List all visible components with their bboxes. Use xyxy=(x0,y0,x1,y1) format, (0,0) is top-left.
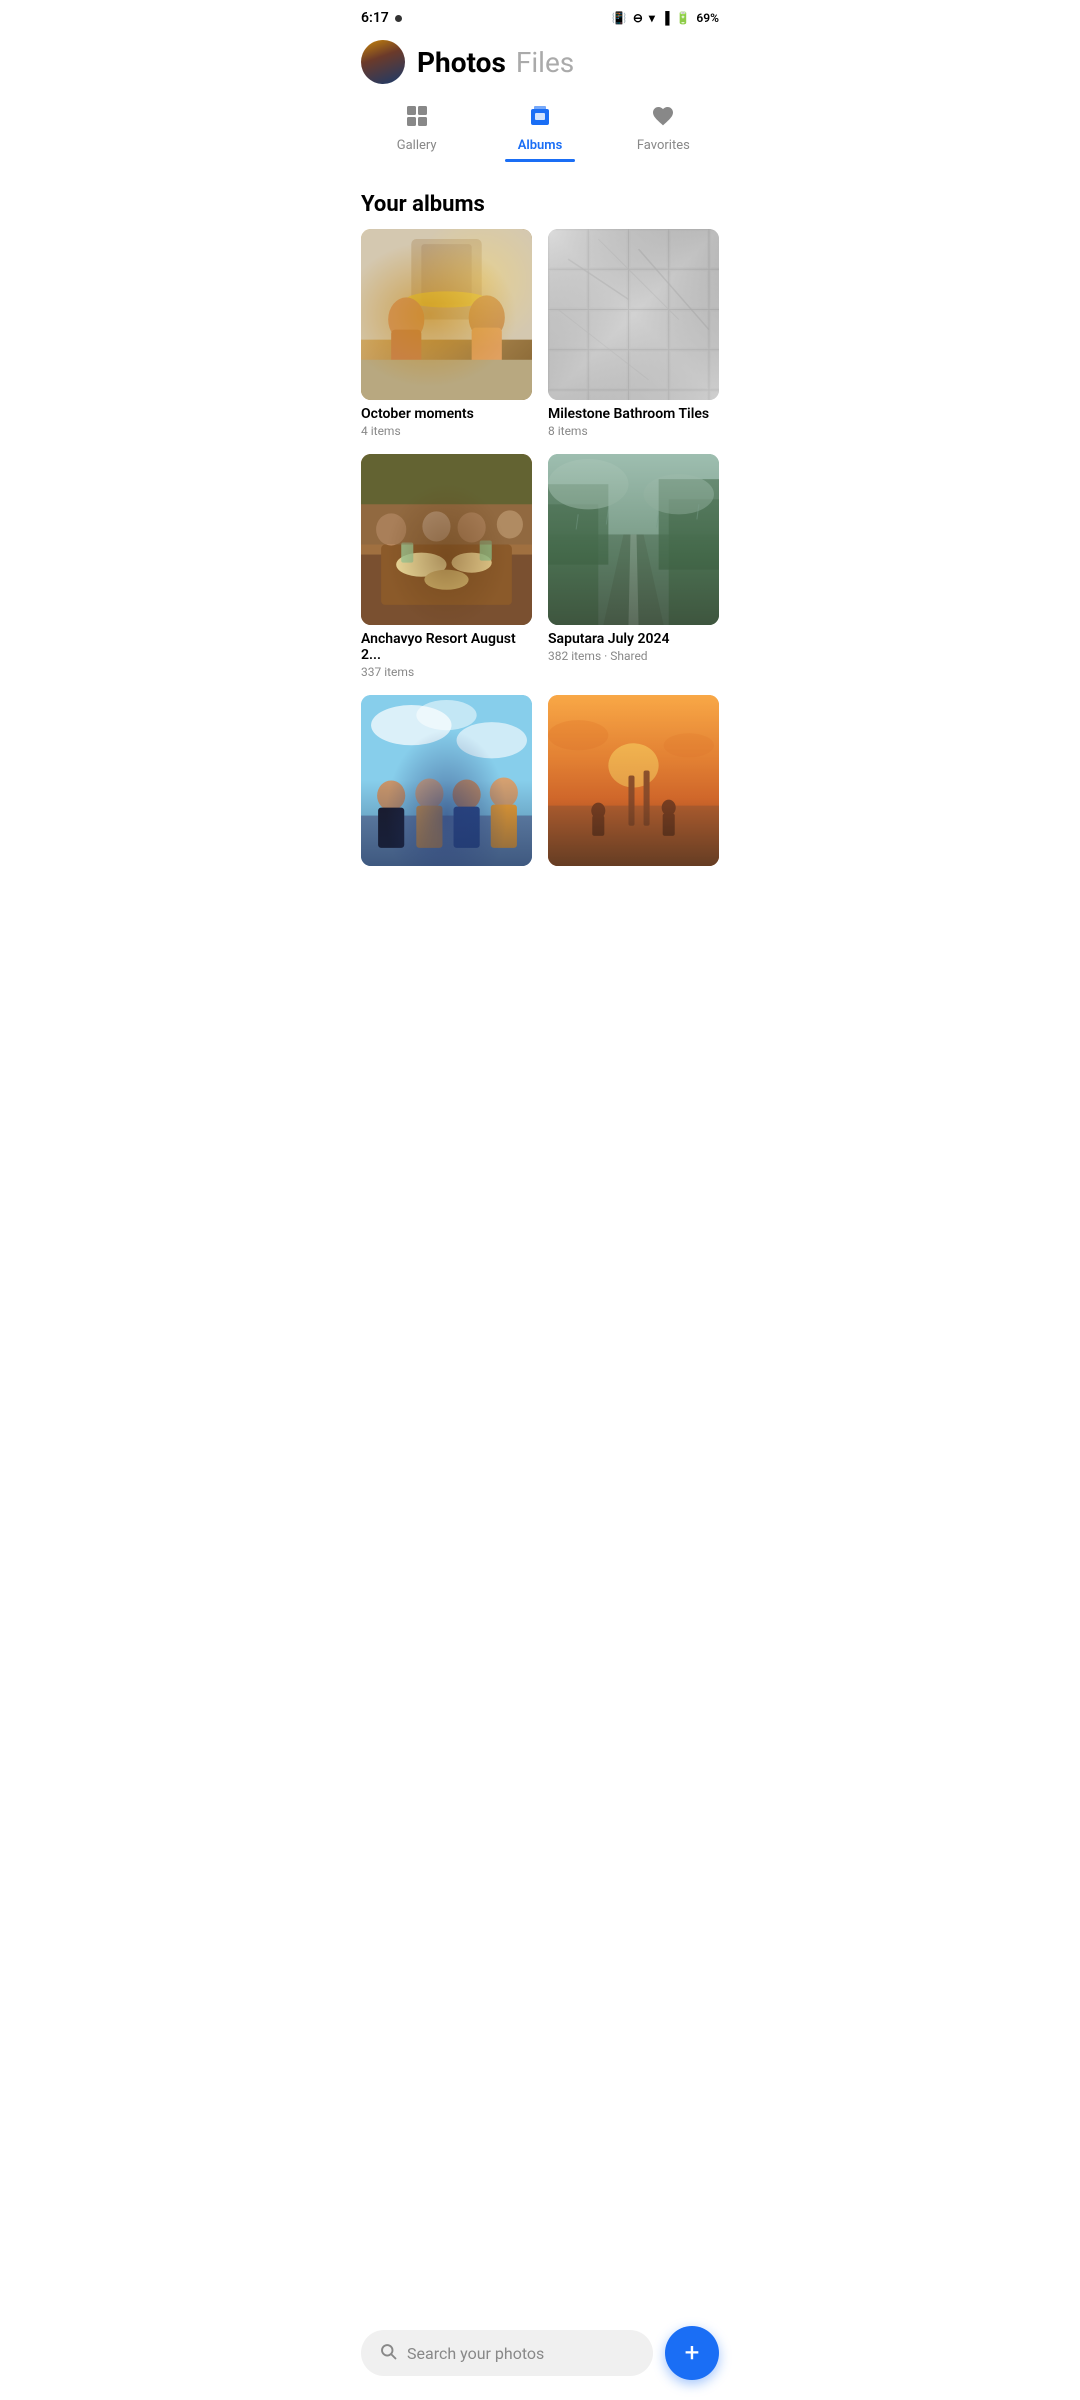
battery-percent: 69% xyxy=(696,11,719,25)
page-title-photos: Photos xyxy=(417,46,506,79)
album-thumb-saputara xyxy=(548,454,719,625)
gallery-icon xyxy=(405,104,429,134)
tab-gallery[interactable]: Gallery xyxy=(355,96,478,172)
status-bar: 6:17 📳 ⊖ ▾ ▐ 🔋 69% xyxy=(345,0,735,32)
favorites-icon xyxy=(651,104,675,134)
bottom-bar: Search your photos + xyxy=(345,2314,735,2400)
album-anchavyo-count: 337 items xyxy=(361,665,532,679)
album-milestone-name: Milestone Bathroom Tiles xyxy=(548,406,719,422)
tab-favorites[interactable]: Favorites xyxy=(602,96,725,172)
page-title-files: Files xyxy=(516,46,574,79)
album-saputara-count: 382 items · Shared xyxy=(548,649,719,663)
dnd-icon: ⊖ xyxy=(633,11,643,25)
section-title: Your albums xyxy=(345,172,735,229)
album-thumb-resort xyxy=(361,454,532,625)
avatar[interactable] xyxy=(361,40,405,84)
tab-albums-label: Albums xyxy=(518,138,563,153)
album-saputara[interactable]: Saputara July 2024 382 items · Shared xyxy=(548,454,719,679)
time: 6:17 xyxy=(361,10,389,26)
signal-icon: ▐ xyxy=(661,11,670,25)
album-thumb-milestone xyxy=(548,229,719,400)
tab-bar: Gallery Albums Favorites xyxy=(345,96,735,172)
album-thumb-bottom-right xyxy=(548,695,719,866)
wifi-icon: ▾ xyxy=(649,11,655,25)
album-anchavyo-name: Anchavyo Resort August 2... xyxy=(361,631,532,663)
album-anchavyo[interactable]: Anchavyo Resort August 2... 337 items xyxy=(361,454,532,679)
tab-favorites-label: Favorites xyxy=(637,138,690,153)
album-bottom-right[interactable] xyxy=(548,695,719,872)
search-icon xyxy=(379,2342,397,2364)
album-oct-name: October moments xyxy=(361,406,532,422)
app-header: Photos Files xyxy=(345,32,735,96)
album-bottom-left[interactable] xyxy=(361,695,532,872)
album-milestone[interactable]: Milestone Bathroom Tiles 8 items xyxy=(548,229,719,438)
tab-albums[interactable]: Albums xyxy=(478,96,601,172)
album-oct-count: 4 items xyxy=(361,424,532,438)
vibrate-icon: 📳 xyxy=(612,11,627,25)
album-thumb-oct xyxy=(361,229,532,400)
albums-grid: October moments 4 items xyxy=(345,229,735,872)
album-saputara-name: Saputara July 2024 xyxy=(548,631,719,647)
tab-gallery-label: Gallery xyxy=(397,138,437,153)
notification-dot xyxy=(395,15,402,22)
search-bar[interactable]: Search your photos xyxy=(361,2330,653,2376)
albums-icon xyxy=(528,104,552,134)
album-thumb-bottom-left xyxy=(361,695,532,866)
create-album-button[interactable]: + xyxy=(665,2326,719,2380)
add-icon: + xyxy=(685,2340,700,2366)
battery-icon: 🔋 xyxy=(675,11,690,25)
search-input[interactable]: Search your photos xyxy=(407,2344,544,2363)
album-oct-moments[interactable]: October moments 4 items xyxy=(361,229,532,438)
album-milestone-count: 8 items xyxy=(548,424,719,438)
